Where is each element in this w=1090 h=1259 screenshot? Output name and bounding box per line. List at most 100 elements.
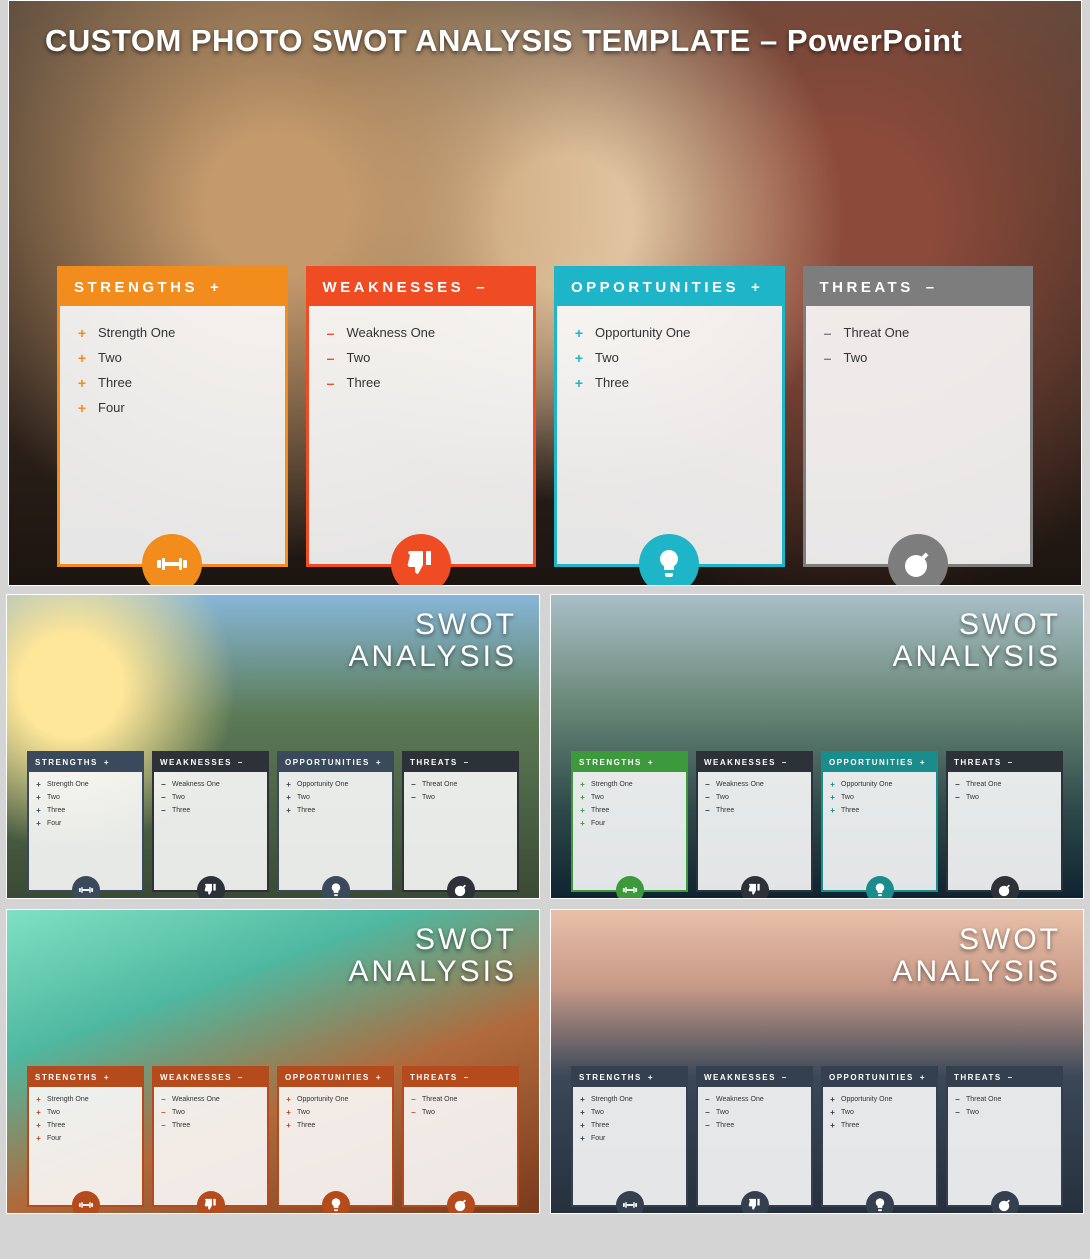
item-text: Three <box>716 1122 734 1129</box>
card-label: THREATS <box>954 1073 1002 1082</box>
bullet-icon: + <box>579 793 586 802</box>
card-label: WEAKNESSES <box>323 279 465 296</box>
item-text: Two <box>47 1109 60 1116</box>
swot-card: THREATS – – Threat One – Two <box>946 1066 1063 1207</box>
bullet-icon: + <box>829 793 836 802</box>
bullet-icon: – <box>410 1108 417 1117</box>
card-label: OPPORTUNITIES <box>829 758 914 767</box>
bullet-icon: – <box>704 1108 711 1117</box>
item-text: Two <box>297 794 310 801</box>
item-text: Threat One <box>422 1096 457 1103</box>
thumbnail-1[interactable]: SWOTANALYSIS STRENGTHS + + Strength One <box>6 594 540 899</box>
card-label: STRENGTHS <box>35 758 98 767</box>
list-item: + Two <box>829 1106 930 1119</box>
card-header: OPPORTUNITIES + <box>823 753 936 772</box>
list-item: + Three <box>285 804 386 817</box>
item-text: Three <box>595 375 629 390</box>
item-text: Three <box>841 807 859 814</box>
card-header: STRENGTHS + <box>29 753 142 772</box>
item-text: Two <box>172 794 185 801</box>
list-item: – Weakness One <box>704 1093 805 1106</box>
list-item: – Threat One <box>954 1093 1055 1106</box>
list-item: + Two <box>76 345 269 370</box>
swot-card: OPPORTUNITIES + + Opportunity One + Two <box>277 751 394 892</box>
thumbdown-icon <box>391 534 451 586</box>
dumbbell-icon <box>72 1191 100 1214</box>
bullet-icon: + <box>76 326 88 340</box>
swot-card: OPPORTUNITIES + + Opportunity One + Two <box>821 1066 938 1207</box>
bullet-icon: + <box>285 1121 292 1130</box>
list-item: – Two <box>160 1106 261 1119</box>
bullet-icon: – <box>410 780 417 789</box>
card-sign: + <box>751 279 760 296</box>
list-item: – Weakness One <box>704 778 805 791</box>
card-header: WEAKNESSES – <box>154 1068 267 1087</box>
list-item: + Opportunity One <box>829 1093 930 1106</box>
item-text: Threat One <box>844 325 910 340</box>
thumbnail-4[interactable]: SWOTANALYSIS STRENGTHS + + Strength One <box>550 909 1084 1214</box>
item-text: Weakness One <box>172 1096 220 1103</box>
bullet-icon: – <box>954 1095 961 1104</box>
list-item: + Three <box>35 804 136 817</box>
card-body: – Threat One – Two <box>948 772 1061 890</box>
item-text: Four <box>47 1135 61 1142</box>
item-text: Four <box>591 820 605 827</box>
list-item: + Three <box>579 1119 680 1132</box>
list-item: – Threat One <box>410 1093 511 1106</box>
list-item: – Two <box>325 345 518 370</box>
bomb-icon <box>888 534 948 586</box>
item-text: Three <box>172 1122 190 1129</box>
item-text: Three <box>347 375 381 390</box>
item-text: Two <box>841 794 854 801</box>
dumbbell-icon <box>616 876 644 899</box>
thumbnail-grid: SWOTANALYSIS STRENGTHS + + Strength One <box>0 594 1090 1224</box>
bullet-icon: + <box>35 780 42 789</box>
list-item: + Opportunity One <box>285 1093 386 1106</box>
card-body: – Weakness One – Two – Three <box>154 772 267 890</box>
list-item: – Two <box>410 1106 511 1119</box>
item-text: Three <box>98 375 132 390</box>
list-item: – Two <box>954 1106 1055 1119</box>
thumbnail-2[interactable]: SWOTANALYSIS STRENGTHS + + Strength One <box>550 594 1084 899</box>
item-text: Four <box>591 1135 605 1142</box>
card-body: + Strength One + Two + Three <box>573 1087 686 1205</box>
card-body: – Threat One – Two <box>948 1087 1061 1205</box>
card-label: STRENGTHS <box>579 758 642 767</box>
bullet-icon: + <box>573 376 585 390</box>
card-body: + Strength One + Two + Three + Four <box>60 306 285 564</box>
list-item: + Two <box>829 791 930 804</box>
card-header: OPPORTUNITIES + <box>279 1068 392 1087</box>
bullet-icon: + <box>35 1095 42 1104</box>
card-header: OPPORTUNITIES + <box>279 753 392 772</box>
card-sign: + <box>376 1073 381 1082</box>
list-item: – Threat One <box>410 778 511 791</box>
bullet-icon: – <box>160 806 167 815</box>
list-item: + Four <box>35 817 136 830</box>
list-item: + Three <box>579 804 680 817</box>
item-text: Opportunity One <box>841 1096 892 1103</box>
card-sign: – <box>926 279 934 296</box>
list-item: + Two <box>285 791 386 804</box>
card-sign: + <box>210 279 219 296</box>
list-item: + Two <box>35 1106 136 1119</box>
card-sign: + <box>920 758 925 767</box>
list-item: + Opportunity One <box>573 320 766 345</box>
card-sign: + <box>648 758 653 767</box>
list-item: – Three <box>325 370 518 395</box>
card-label: OPPORTUNITIES <box>829 1073 914 1082</box>
card-label: THREATS <box>954 758 1002 767</box>
item-text: Two <box>347 350 371 365</box>
swot-card: OPPORTUNITIES + + Opportunity One + Two <box>277 1066 394 1207</box>
thumb-title: SWOTANALYSIS <box>348 924 517 987</box>
card-sign: – <box>464 758 468 767</box>
item-text: Strength One <box>98 325 175 340</box>
thumbnail-3[interactable]: SWOTANALYSIS STRENGTHS + + Strength One <box>6 909 540 1214</box>
card-label: THREATS <box>820 279 914 296</box>
bullet-icon: – <box>160 793 167 802</box>
thumb-title: SWOTANALYSIS <box>892 924 1061 987</box>
card-label: WEAKNESSES <box>160 758 232 767</box>
list-item: – Two <box>704 791 805 804</box>
item-text: Two <box>966 1109 979 1116</box>
item-text: Three <box>47 1122 65 1129</box>
bullet-icon: – <box>160 1095 167 1104</box>
